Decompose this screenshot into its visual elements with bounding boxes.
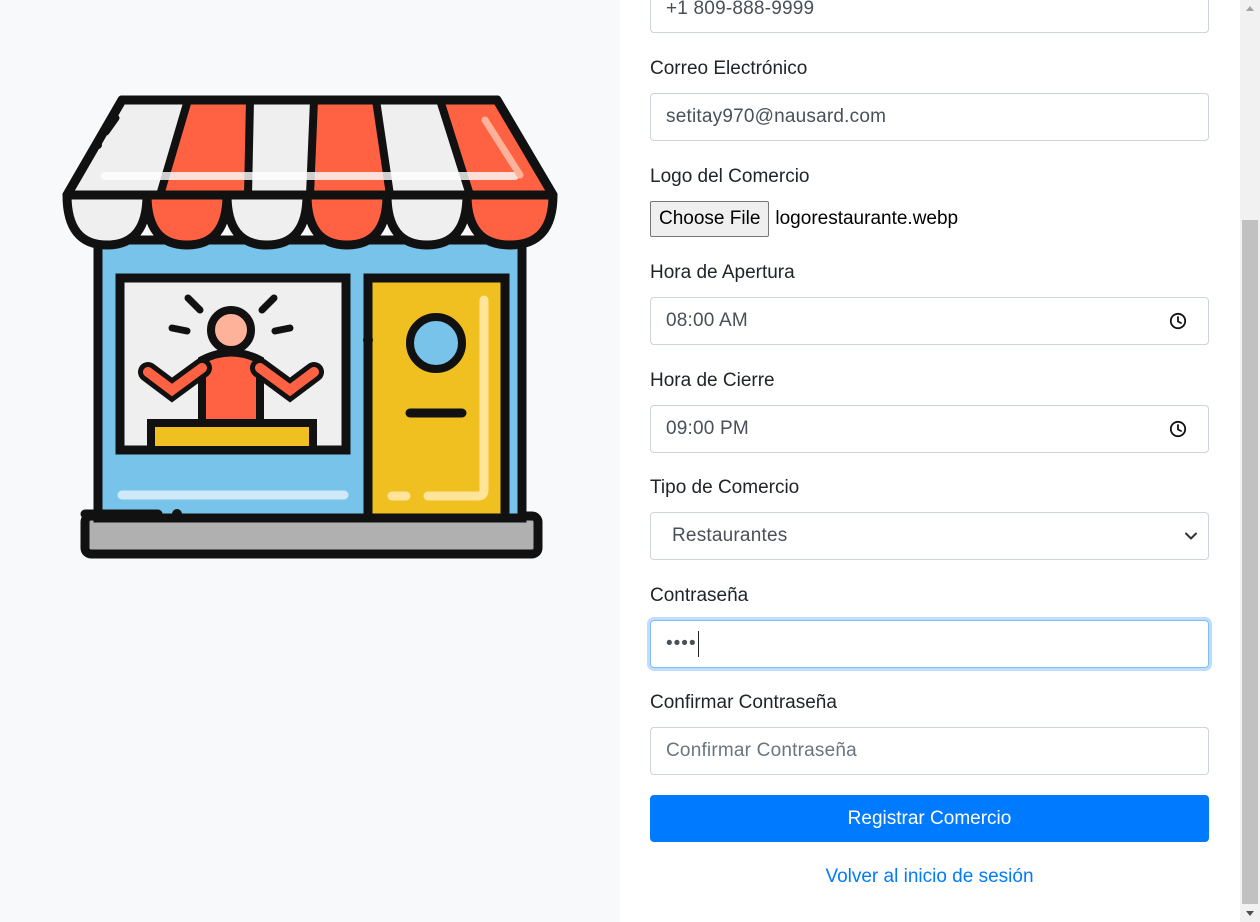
password-value: •••• [666, 633, 697, 654]
logo-file-input: Choose File logorestaurante.webp [650, 201, 958, 237]
opening-time-label: Hora de Apertura [650, 262, 795, 283]
confirm-password-placeholder: Confirmar Contraseña [666, 740, 857, 761]
confirm-password-field[interactable]: Confirmar Contraseña [650, 727, 1209, 775]
email-value: setitay970@nausard.com [666, 106, 887, 127]
closing-time-label: Hora de Cierre [650, 370, 775, 391]
confirm-password-label: Confirmar Contraseña [650, 692, 837, 713]
phone-field[interactable]: +1 809-888-9999 [650, 0, 1209, 33]
scroll-down-arrow-icon[interactable] [1240, 905, 1260, 922]
password-label: Contraseña [650, 585, 749, 606]
opening-time-input[interactable]: 08:00 AM [650, 297, 1209, 345]
back-to-login-link[interactable]: Volver al inicio de sesión [650, 866, 1209, 888]
scroll-up-arrow-icon[interactable] [1240, 0, 1260, 17]
choose-file-button[interactable]: Choose File [650, 201, 770, 237]
business-type-select[interactable]: Restaurantes [650, 512, 1209, 560]
register-business-button[interactable]: Registrar Comercio [650, 795, 1209, 842]
vertical-scrollbar[interactable] [1240, 0, 1260, 922]
opening-time-value: 08:00 AM [666, 310, 748, 331]
email-label: Correo Electrónico [650, 58, 808, 79]
closing-time-input[interactable]: 09:00 PM [650, 405, 1209, 453]
email-field[interactable]: setitay970@nausard.com [650, 93, 1209, 141]
scrollbar-thumb[interactable] [1242, 220, 1258, 904]
chevron-down-icon [1185, 532, 1197, 540]
business-type-value: Restaurantes [672, 525, 788, 546]
text-caret [697, 630, 699, 657]
clock-icon[interactable] [1169, 420, 1187, 438]
registration-panel: +1 809-888-9999 Correo Electrónico setit… [620, 0, 1240, 922]
clock-icon[interactable] [1169, 312, 1187, 330]
business-type-label: Tipo de Comercio [650, 477, 800, 498]
phone-value: +1 809-888-9999 [666, 0, 815, 19]
storefront-illustration [62, 95, 558, 559]
illustration-panel [0, 0, 620, 922]
password-field[interactable]: •••• [650, 620, 1209, 668]
selected-file-name: logorestaurante.webp [775, 208, 959, 229]
logo-label: Logo del Comercio [650, 166, 810, 187]
closing-time-value: 09:00 PM [666, 418, 749, 439]
